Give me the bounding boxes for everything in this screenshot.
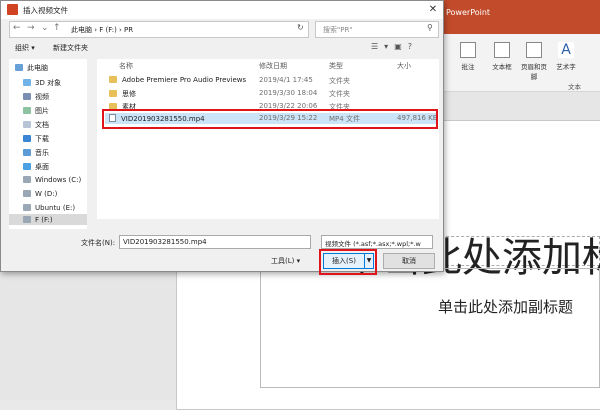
wordart-icon: A — [558, 42, 574, 58]
view-options-icon[interactable]: ☰▾▣? — [371, 42, 418, 51]
list-item[interactable]: Adobe Premiere Pro Audio Previews 2019/4… — [105, 75, 437, 86]
textbox-button[interactable]: 文本框 — [488, 42, 516, 71]
header-footer-button[interactable]: 页眉和页脚 — [518, 42, 550, 81]
documents-icon — [23, 121, 31, 128]
comment-icon — [460, 42, 476, 58]
nav-item-desktop[interactable]: 桌面 — [23, 162, 49, 172]
computer-icon — [15, 64, 23, 71]
video-folder-icon — [23, 93, 31, 100]
nav-item-drive-c[interactable]: Windows (C:) — [23, 176, 81, 184]
pictures-icon — [23, 107, 31, 114]
search-placeholder: 搜索"PR" — [323, 26, 353, 34]
nav-scrollbar[interactable] — [87, 59, 97, 229]
tools-button[interactable]: 工具(L) ▾ — [271, 256, 300, 266]
nav-item-drive-e[interactable]: Ubuntu (E:) — [23, 204, 75, 212]
folder-icon — [109, 76, 117, 83]
app-title: PowerPoint — [446, 8, 491, 17]
download-icon — [23, 135, 31, 142]
column-type-header[interactable]: 类型 — [329, 61, 343, 71]
search-icon[interactable]: ⚲ — [427, 23, 433, 32]
nav-item-videos[interactable]: 视频 — [23, 92, 49, 102]
subtitle-placeholder-text: 单击此处添加副标题 — [438, 298, 574, 316]
nav-item-documents[interactable]: 文档 — [23, 120, 49, 130]
music-icon — [23, 149, 31, 156]
desktop-icon — [23, 163, 31, 170]
3d-objects-icon — [23, 79, 31, 86]
close-icon[interactable]: ✕ — [425, 3, 441, 17]
folder-icon — [109, 90, 117, 97]
column-date-header[interactable]: 修改日期 — [259, 61, 287, 71]
new-folder-button[interactable]: 新建文件夹 — [53, 43, 88, 53]
textbox-icon — [494, 42, 510, 58]
horizontal-scrollbar[interactable] — [97, 219, 439, 229]
drive-icon — [23, 216, 31, 223]
recent-dropdown-icon[interactable]: ⌄ — [41, 23, 49, 33]
nav-item-3d-objects[interactable]: 3D 对象 — [23, 78, 61, 88]
organize-button[interactable]: 组织 ▾ — [15, 43, 35, 53]
insert-video-dialog: 插入视频文件 ✕ ← → ⌄ ↑ 此电脑 › F (F:) › PR ↻ 搜索"… — [0, 0, 444, 275]
nav-item-music[interactable]: 音乐 — [23, 148, 49, 158]
column-size-header[interactable]: 大小 — [397, 61, 411, 71]
drive-icon — [23, 204, 31, 211]
nav-item-this-pc[interactable]: 此电脑 — [15, 63, 48, 73]
filename-label: 文件名(N): — [81, 239, 116, 247]
breadcrumb[interactable]: 此电脑 › F (F:) › PR — [71, 25, 133, 35]
drive-icon — [23, 176, 31, 183]
nav-item-drive-d[interactable]: W (D:) — [23, 190, 57, 198]
back-arrow-icon[interactable]: ← — [13, 23, 21, 33]
nav-item-drive-f[interactable]: F (F:) — [23, 216, 53, 224]
column-name-header[interactable]: 名称 — [119, 61, 133, 71]
forward-arrow-icon[interactable]: → — [27, 23, 35, 33]
drive-icon — [23, 190, 31, 197]
ribbon-group-label: 文本 — [568, 83, 581, 91]
powerpoint-icon — [7, 4, 18, 15]
dialog-title: 插入视频文件 — [23, 6, 68, 15]
refresh-icon[interactable]: ↻ — [297, 23, 304, 32]
nav-item-downloads[interactable]: 下载 — [23, 134, 49, 144]
filename-field[interactable]: VID201903281550.mp4 — [119, 235, 311, 249]
annotation-highlight-file — [102, 109, 438, 129]
up-arrow-icon[interactable]: ↑ — [53, 23, 61, 33]
wordart-button[interactable]: A 艺术字 — [553, 42, 579, 71]
list-item[interactable]: 思修 2019/3/30 18:04 文件夹 — [105, 88, 437, 99]
nav-item-pictures[interactable]: 图片 — [23, 106, 49, 116]
header-footer-icon — [526, 42, 542, 58]
annotation-highlight-insert — [319, 249, 377, 275]
file-type-select[interactable]: 视频文件 (*.asf;*.asx;*.wpl;*.w — [321, 235, 433, 249]
cancel-button[interactable]: 取消 — [383, 253, 435, 269]
comment-button[interactable]: 批注 — [456, 42, 480, 71]
subtitle-placeholder-box[interactable] — [260, 268, 600, 388]
